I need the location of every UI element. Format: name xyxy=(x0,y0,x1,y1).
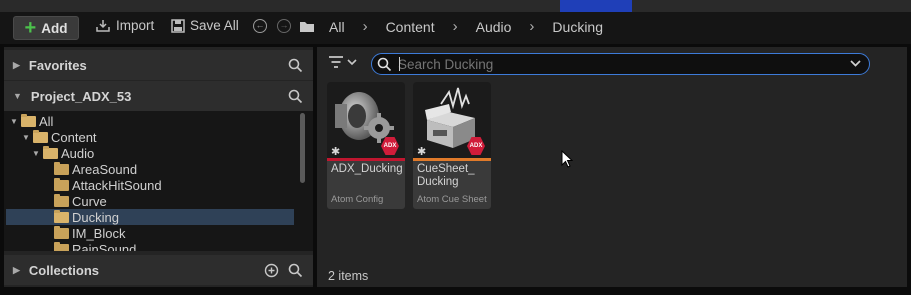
folder-icon xyxy=(54,177,69,191)
add-collection-icon[interactable] xyxy=(264,263,279,278)
asset-type-bar xyxy=(327,158,405,161)
mouse-cursor-icon xyxy=(561,150,573,168)
breadcrumb: All › Content › Audio › Ducking xyxy=(299,18,607,35)
folder-icon xyxy=(54,225,69,239)
tree-item-label: AttackHitSound xyxy=(72,177,162,193)
tree-item-label: AreaSound xyxy=(72,161,138,177)
forward-arrow-icon[interactable]: → xyxy=(277,19,291,33)
search-bar[interactable] xyxy=(371,53,870,75)
tree-scrollbar[interactable] xyxy=(300,113,305,183)
tree-item-audio[interactable]: ▼ Audio xyxy=(6,145,298,161)
search-icon xyxy=(377,57,392,71)
save-all-label: Save All xyxy=(190,18,239,33)
import-button[interactable]: Import xyxy=(95,18,154,33)
item-count: 2 items xyxy=(328,269,369,283)
filter-button[interactable] xyxy=(329,56,357,68)
tree-item-ducking[interactable]: Ducking xyxy=(6,209,294,225)
breadcrumb-item-ducking[interactable]: Ducking xyxy=(548,19,607,35)
chevron-right-icon: › xyxy=(529,18,535,35)
tree-item-rainsound[interactable]: RainSound xyxy=(6,241,298,251)
breadcrumb-item-audio[interactable]: Audio xyxy=(472,19,516,35)
folder-open-icon xyxy=(43,145,58,159)
collections-label: Collections xyxy=(28,262,99,278)
top-strip xyxy=(0,0,911,12)
search-icon[interactable] xyxy=(288,263,303,278)
asset-type: Atom Config xyxy=(331,194,384,205)
expand-down-icon: ▼ xyxy=(13,91,22,101)
collections-header[interactable]: ▶ Collections xyxy=(4,255,313,285)
filter-icon xyxy=(329,56,343,68)
chevron-right-icon: › xyxy=(362,18,368,35)
import-icon xyxy=(96,19,110,32)
folder-icon xyxy=(54,161,69,175)
asset-name: ADX_Ducking xyxy=(331,163,403,175)
tree-item-label: Ducking xyxy=(72,209,119,225)
project-label: Project_ADX_53 xyxy=(30,88,132,104)
tree-item-attackhitsound[interactable]: AttackHitSound xyxy=(6,177,298,193)
asset-type: Atom Cue Sheet xyxy=(417,194,487,205)
tree-item-label: Content xyxy=(51,129,97,145)
folder-tree: ▼ All ▼ Content ▼ Audio AreaSound AttackHit… xyxy=(4,111,313,251)
project-header[interactable]: ▼ Project_ADX_53 xyxy=(4,81,313,111)
tree-item-curve[interactable]: Curve xyxy=(6,193,298,209)
search-input[interactable] xyxy=(396,55,840,73)
folder-open-icon xyxy=(54,209,69,223)
chevron-down-icon xyxy=(347,58,357,65)
chevron-down-icon[interactable] xyxy=(850,60,861,68)
add-button[interactable]: + Add xyxy=(13,16,79,40)
search-icon[interactable] xyxy=(288,58,303,73)
viewport-blue-strip xyxy=(560,0,632,12)
tree-item-label: Audio xyxy=(61,145,95,161)
breadcrumb-item-all[interactable]: All xyxy=(325,19,349,35)
folder-icon xyxy=(54,241,69,251)
search-icon[interactable] xyxy=(288,89,303,104)
expand-down-icon: ▼ xyxy=(22,132,30,142)
sources-panel: ▶ Favorites ▼ Project_ADX_53 ▼ All ▼ Conte… xyxy=(4,47,313,287)
asset-view-panel: ADX ✱ ADX_Ducking Atom Config ADX ✱ CueS… xyxy=(317,47,907,287)
back-arrow-icon[interactable]: ← xyxy=(253,19,267,33)
favorites-header[interactable]: ▶ Favorites xyxy=(4,50,313,80)
expand-down-icon: ▼ xyxy=(10,116,18,126)
tree-item-all[interactable]: ▼ All xyxy=(6,113,298,129)
add-button-label: Add xyxy=(41,20,68,36)
expand-right-icon: ▶ xyxy=(13,59,20,70)
asset-tile-cuesheet-ducking[interactable]: ADX ✱ CueSheet_ Ducking Atom Cue Sheet xyxy=(413,82,491,209)
expand-down-icon: ▼ xyxy=(32,148,40,158)
asterisk-icon: ✱ xyxy=(331,146,341,158)
save-icon xyxy=(171,18,185,33)
folder-open-icon xyxy=(33,129,48,143)
favorites-label: Favorites xyxy=(28,57,87,73)
tree-item-areasound[interactable]: AreaSound xyxy=(6,161,298,177)
asset-name: CueSheet_ Ducking xyxy=(417,163,475,188)
breadcrumb-item-content[interactable]: Content xyxy=(382,19,439,35)
folder-icon xyxy=(54,193,69,207)
chevron-right-icon: › xyxy=(452,18,458,35)
folder-icon[interactable] xyxy=(299,20,315,33)
text-caret xyxy=(399,57,400,71)
tree-item-label: Curve xyxy=(72,193,107,209)
tree-item-content[interactable]: ▼ Content xyxy=(6,129,298,145)
expand-right-icon: ▶ xyxy=(13,264,20,275)
asterisk-icon: ✱ xyxy=(417,146,427,158)
tree-item-label: RainSound xyxy=(72,241,137,252)
import-button-label: Import xyxy=(116,18,155,33)
tree-item-im-block[interactable]: IM_Block xyxy=(6,225,298,241)
tree-item-label: All xyxy=(39,113,54,129)
save-all-button[interactable]: Save All xyxy=(171,18,239,33)
asset-type-bar xyxy=(413,158,491,161)
asset-tile-adx-ducking[interactable]: ADX ✱ ADX_Ducking Atom Config xyxy=(327,82,405,209)
tree-item-label: IM_Block xyxy=(72,225,126,241)
plus-icon: + xyxy=(24,17,37,39)
folder-open-icon xyxy=(21,113,36,127)
